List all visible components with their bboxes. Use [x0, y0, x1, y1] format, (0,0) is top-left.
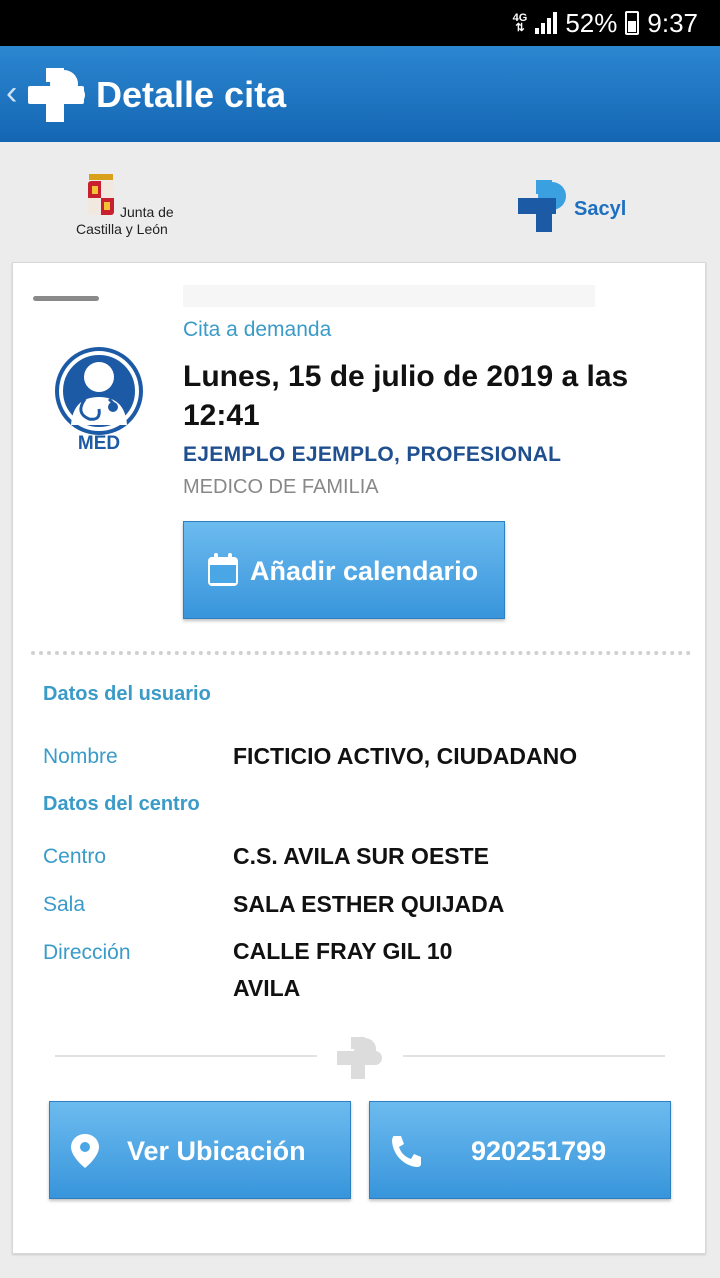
name-label: Nombre — [43, 745, 118, 768]
divider-left — [55, 1055, 317, 1057]
phone-number: 920251799 — [471, 1136, 607, 1166]
appointment-date: Lunes, 15 de julio de 2019 a las 12:41 — [183, 360, 629, 432]
network-indicator: 4G ⇅ — [513, 13, 528, 34]
room-label: Sala — [43, 893, 86, 916]
professional-specialty: MEDICO DE FAMILIA — [183, 476, 379, 498]
battery-icon — [625, 11, 640, 35]
room-value: SALA ESTHER QUIJADA — [233, 891, 505, 917]
dotted-divider — [31, 651, 691, 655]
network-arrows-icon: ⇅ — [515, 22, 525, 34]
professional-name: EJEMPLO EJEMPLO, PROFESIONAL — [183, 443, 562, 466]
signal-icon — [535, 12, 558, 34]
divider-cross-icon — [337, 1037, 382, 1079]
appointment-card: Cita a demanda MED Lunes, 15 de julio de… — [12, 262, 706, 1254]
name-value: FICTICIO ACTIVO, CIUDADANO — [233, 743, 578, 769]
user-section-title: Datos del usuario — [43, 683, 211, 705]
call-button[interactable]: 920251799 — [369, 1101, 671, 1199]
dash-mark — [33, 296, 99, 301]
view-location-label: Ver Ubicación — [127, 1136, 306, 1166]
divider-right — [403, 1055, 665, 1057]
location-pin-icon — [71, 1134, 99, 1168]
sacyl-cross-icon[interactable] — [24, 62, 88, 126]
battery-percent: 52% — [565, 7, 618, 38]
institution-logos: Junta de Castilla y León Sacyl — [0, 142, 720, 260]
center-value: C.S. AVILA SUR OESTE — [233, 843, 490, 869]
center-label: Centro — [43, 845, 107, 868]
page-title: Detalle cita — [96, 74, 287, 115]
status-icons: 4G ⇅ 52% 9:37 — [513, 6, 698, 40]
address-line1: CALLE FRAY GIL 10 — [233, 938, 453, 964]
blank-header-bar — [183, 285, 595, 307]
junta-text-line1: Junta de — [120, 204, 174, 220]
center-section-title: Datos del centro — [43, 793, 200, 815]
junta-logo: Junta de Castilla y León — [76, 174, 194, 238]
clock: 9:37 — [647, 7, 698, 38]
add-calendar-button[interactable]: Añadir calendario — [183, 521, 505, 619]
sacyl-logo: Sacyl — [516, 178, 636, 238]
app-bar: ‹ Detalle cita — [0, 46, 720, 142]
back-chevron-icon[interactable]: ‹ — [6, 74, 17, 113]
status-bar: 4G ⇅ 52% 9:37 — [0, 0, 720, 46]
address-label: Dirección — [43, 941, 131, 964]
junta-text-line2: Castilla y León — [76, 221, 168, 237]
calendar-icon — [208, 553, 238, 586]
address-line2: AVILA — [233, 975, 301, 1001]
sacyl-text: Sacyl — [574, 198, 627, 220]
phone-icon — [392, 1136, 421, 1167]
avatar-label: MED — [77, 433, 121, 454]
doctor-icon — [55, 347, 143, 435]
appointment-type: Cita a demanda — [183, 318, 332, 341]
coat-of-arms-icon — [88, 174, 114, 215]
view-location-button[interactable]: Ver Ubicación — [49, 1101, 351, 1199]
add-calendar-label: Añadir calendario — [250, 556, 479, 586]
sacyl-icon — [518, 180, 566, 232]
